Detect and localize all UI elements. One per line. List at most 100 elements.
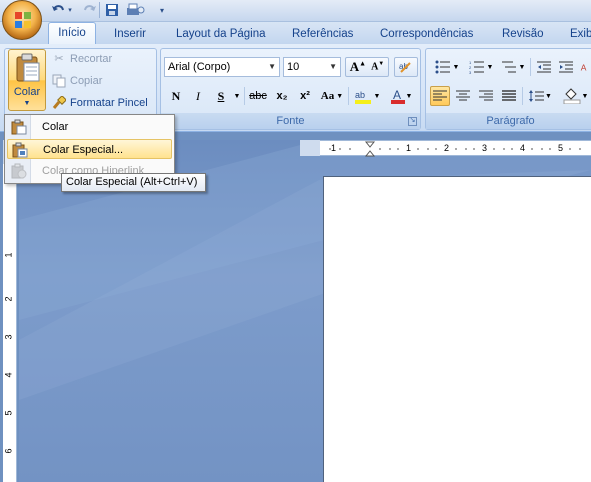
line-spacing-button[interactable]: ▼ — [525, 86, 555, 106]
ruler-tick-label: 6 — [3, 448, 14, 454]
highlighter-icon: ab — [354, 90, 371, 104]
justify-button[interactable] — [499, 86, 519, 106]
cut-button[interactable]: ✂ Recortar — [52, 49, 112, 69]
ruler-tick-label: 5 — [558, 143, 564, 153]
ruler-tick-label: 3 — [3, 334, 14, 340]
font-family-select[interactable]: Arial (Corpo) ▼ — [164, 57, 280, 77]
tab-referencias[interactable]: Referências — [284, 24, 361, 45]
decrease-indent-icon — [537, 61, 551, 73]
bullets-icon — [435, 60, 450, 74]
menu-item-colar-especial[interactable]: Colar Especial... — [7, 139, 172, 159]
align-left-button[interactable] — [430, 86, 450, 106]
align-left-icon — [433, 90, 447, 101]
office-button[interactable] — [2, 0, 42, 40]
svg-text:3: 3 — [469, 70, 472, 74]
tab-inserir[interactable]: Inserir — [106, 24, 154, 45]
separator — [99, 2, 100, 18]
font-size-value: 10 — [287, 61, 300, 73]
ruler-tick-label: 2 — [444, 143, 450, 153]
shading-button[interactable]: ▼ — [560, 86, 591, 106]
copy-icon — [52, 74, 66, 88]
menu-item-label: Colar — [42, 121, 69, 133]
separator — [522, 87, 523, 105]
paste-dropdown-icon[interactable]: ▼ — [9, 100, 45, 107]
document-page[interactable] — [323, 176, 591, 482]
tab-inicio[interactable]: Início — [48, 22, 96, 45]
tooltip: Colar Especial (Alt+Ctrl+V) — [61, 173, 206, 192]
save-icon[interactable] — [104, 2, 120, 18]
ruler-tick-label: 2 — [3, 296, 14, 302]
bold-button[interactable]: N — [166, 86, 186, 106]
copy-button[interactable]: Copiar — [52, 71, 102, 91]
paste-icon — [11, 119, 27, 135]
multilevel-list-button[interactable]: ▼ — [498, 57, 528, 77]
font-color-icon: A — [390, 88, 405, 104]
numbering-icon: 123 — [469, 60, 484, 74]
increase-indent-icon — [559, 61, 573, 73]
ruler-tick-label: 3 — [482, 143, 488, 153]
strikethrough-button[interactable]: abc — [247, 86, 269, 106]
paste-hyperlink-icon — [11, 163, 27, 179]
font-size-select[interactable]: 10 ▼ — [283, 57, 341, 77]
copy-label: Copiar — [70, 75, 103, 87]
align-right-icon — [479, 90, 493, 101]
tab-exibicao[interactable]: Exib — [562, 24, 591, 45]
ruler-tick-label: 4 — [3, 372, 14, 378]
tab-correspondencias[interactable]: Correspondências — [372, 24, 481, 45]
tab-layout-da-pagina[interactable]: Layout da Página — [168, 24, 274, 45]
underline-dropdown-icon[interactable]: ▼ — [232, 86, 242, 106]
increase-indent-button[interactable] — [556, 57, 576, 77]
align-right-button[interactable] — [476, 86, 496, 106]
font-group-label: Fonte — [161, 113, 420, 129]
align-center-button[interactable] — [453, 86, 473, 106]
separator — [348, 87, 349, 105]
ruler-tick-label: 4 — [520, 143, 526, 153]
font-dialog-launcher-icon[interactable]: ↘ — [408, 117, 417, 126]
format-painter-label: Formatar Pincel — [70, 97, 148, 109]
align-center-icon — [456, 90, 470, 101]
line-spacing-icon — [529, 90, 545, 102]
format-painter-button[interactable]: Formatar Pincel — [52, 93, 148, 113]
separator — [244, 87, 245, 105]
ruler-tick-label: 1 — [406, 143, 412, 153]
print-icon[interactable] — [124, 2, 146, 18]
justify-icon — [502, 90, 516, 101]
paste-special-icon — [12, 142, 28, 158]
vertical-ruler[interactable]: 1 2 3 4 5 6 — [3, 164, 17, 482]
sort-button[interactable]: A — [578, 57, 591, 77]
chevron-down-icon: ▼ — [268, 62, 276, 71]
numbering-button[interactable]: 123 ▼ — [466, 57, 496, 77]
undo-icon[interactable] — [50, 2, 66, 18]
svg-text:ab: ab — [355, 90, 365, 100]
shrink-font-button[interactable]: A▼ — [371, 61, 384, 72]
underline-button[interactable]: S — [211, 86, 231, 106]
chevron-down-icon: ▼ — [329, 62, 337, 71]
clear-formatting-button[interactable]: ab — [394, 57, 418, 77]
customize-qa-icon[interactable]: ▾ — [158, 2, 166, 18]
grow-font-button[interactable]: A▲ — [350, 59, 366, 75]
menu-item-colar[interactable]: Colar — [7, 117, 172, 137]
subscript-button[interactable]: x₂ — [272, 86, 292, 106]
horizontal-ruler[interactable]: 1 1 2 3 4 5 — [320, 140, 591, 157]
ruler-tick-label: 1 — [3, 252, 14, 258]
paste-label: Colar — [13, 86, 41, 98]
ruler-ticks — [329, 141, 581, 157]
svg-text:A: A — [393, 88, 401, 102]
font-family-value: Arial (Corpo) — [168, 61, 231, 73]
undo-dropdown-icon[interactable]: ▾ — [66, 2, 74, 18]
decrease-indent-button[interactable] — [534, 57, 554, 77]
change-case-button[interactable]: Aa ▼ — [318, 86, 346, 106]
clipboard-icon — [16, 53, 40, 82]
font-color-button[interactable]: A ▼ — [386, 86, 416, 106]
scissors-icon: ✂ — [54, 53, 64, 65]
multilevel-list-icon — [501, 61, 516, 73]
highlight-color-button[interactable]: ab ▼ — [352, 86, 382, 106]
bullets-button[interactable]: ▼ — [430, 57, 464, 77]
paste-button[interactable]: Colar ▼ — [8, 49, 46, 111]
horizontal-ruler-margin — [300, 140, 320, 156]
brush-icon — [52, 95, 67, 110]
superscript-button[interactable]: x² — [295, 86, 315, 106]
redo-icon[interactable] — [82, 2, 98, 18]
tab-revisao[interactable]: Revisão — [494, 24, 552, 45]
italic-button[interactable]: I — [188, 86, 208, 106]
